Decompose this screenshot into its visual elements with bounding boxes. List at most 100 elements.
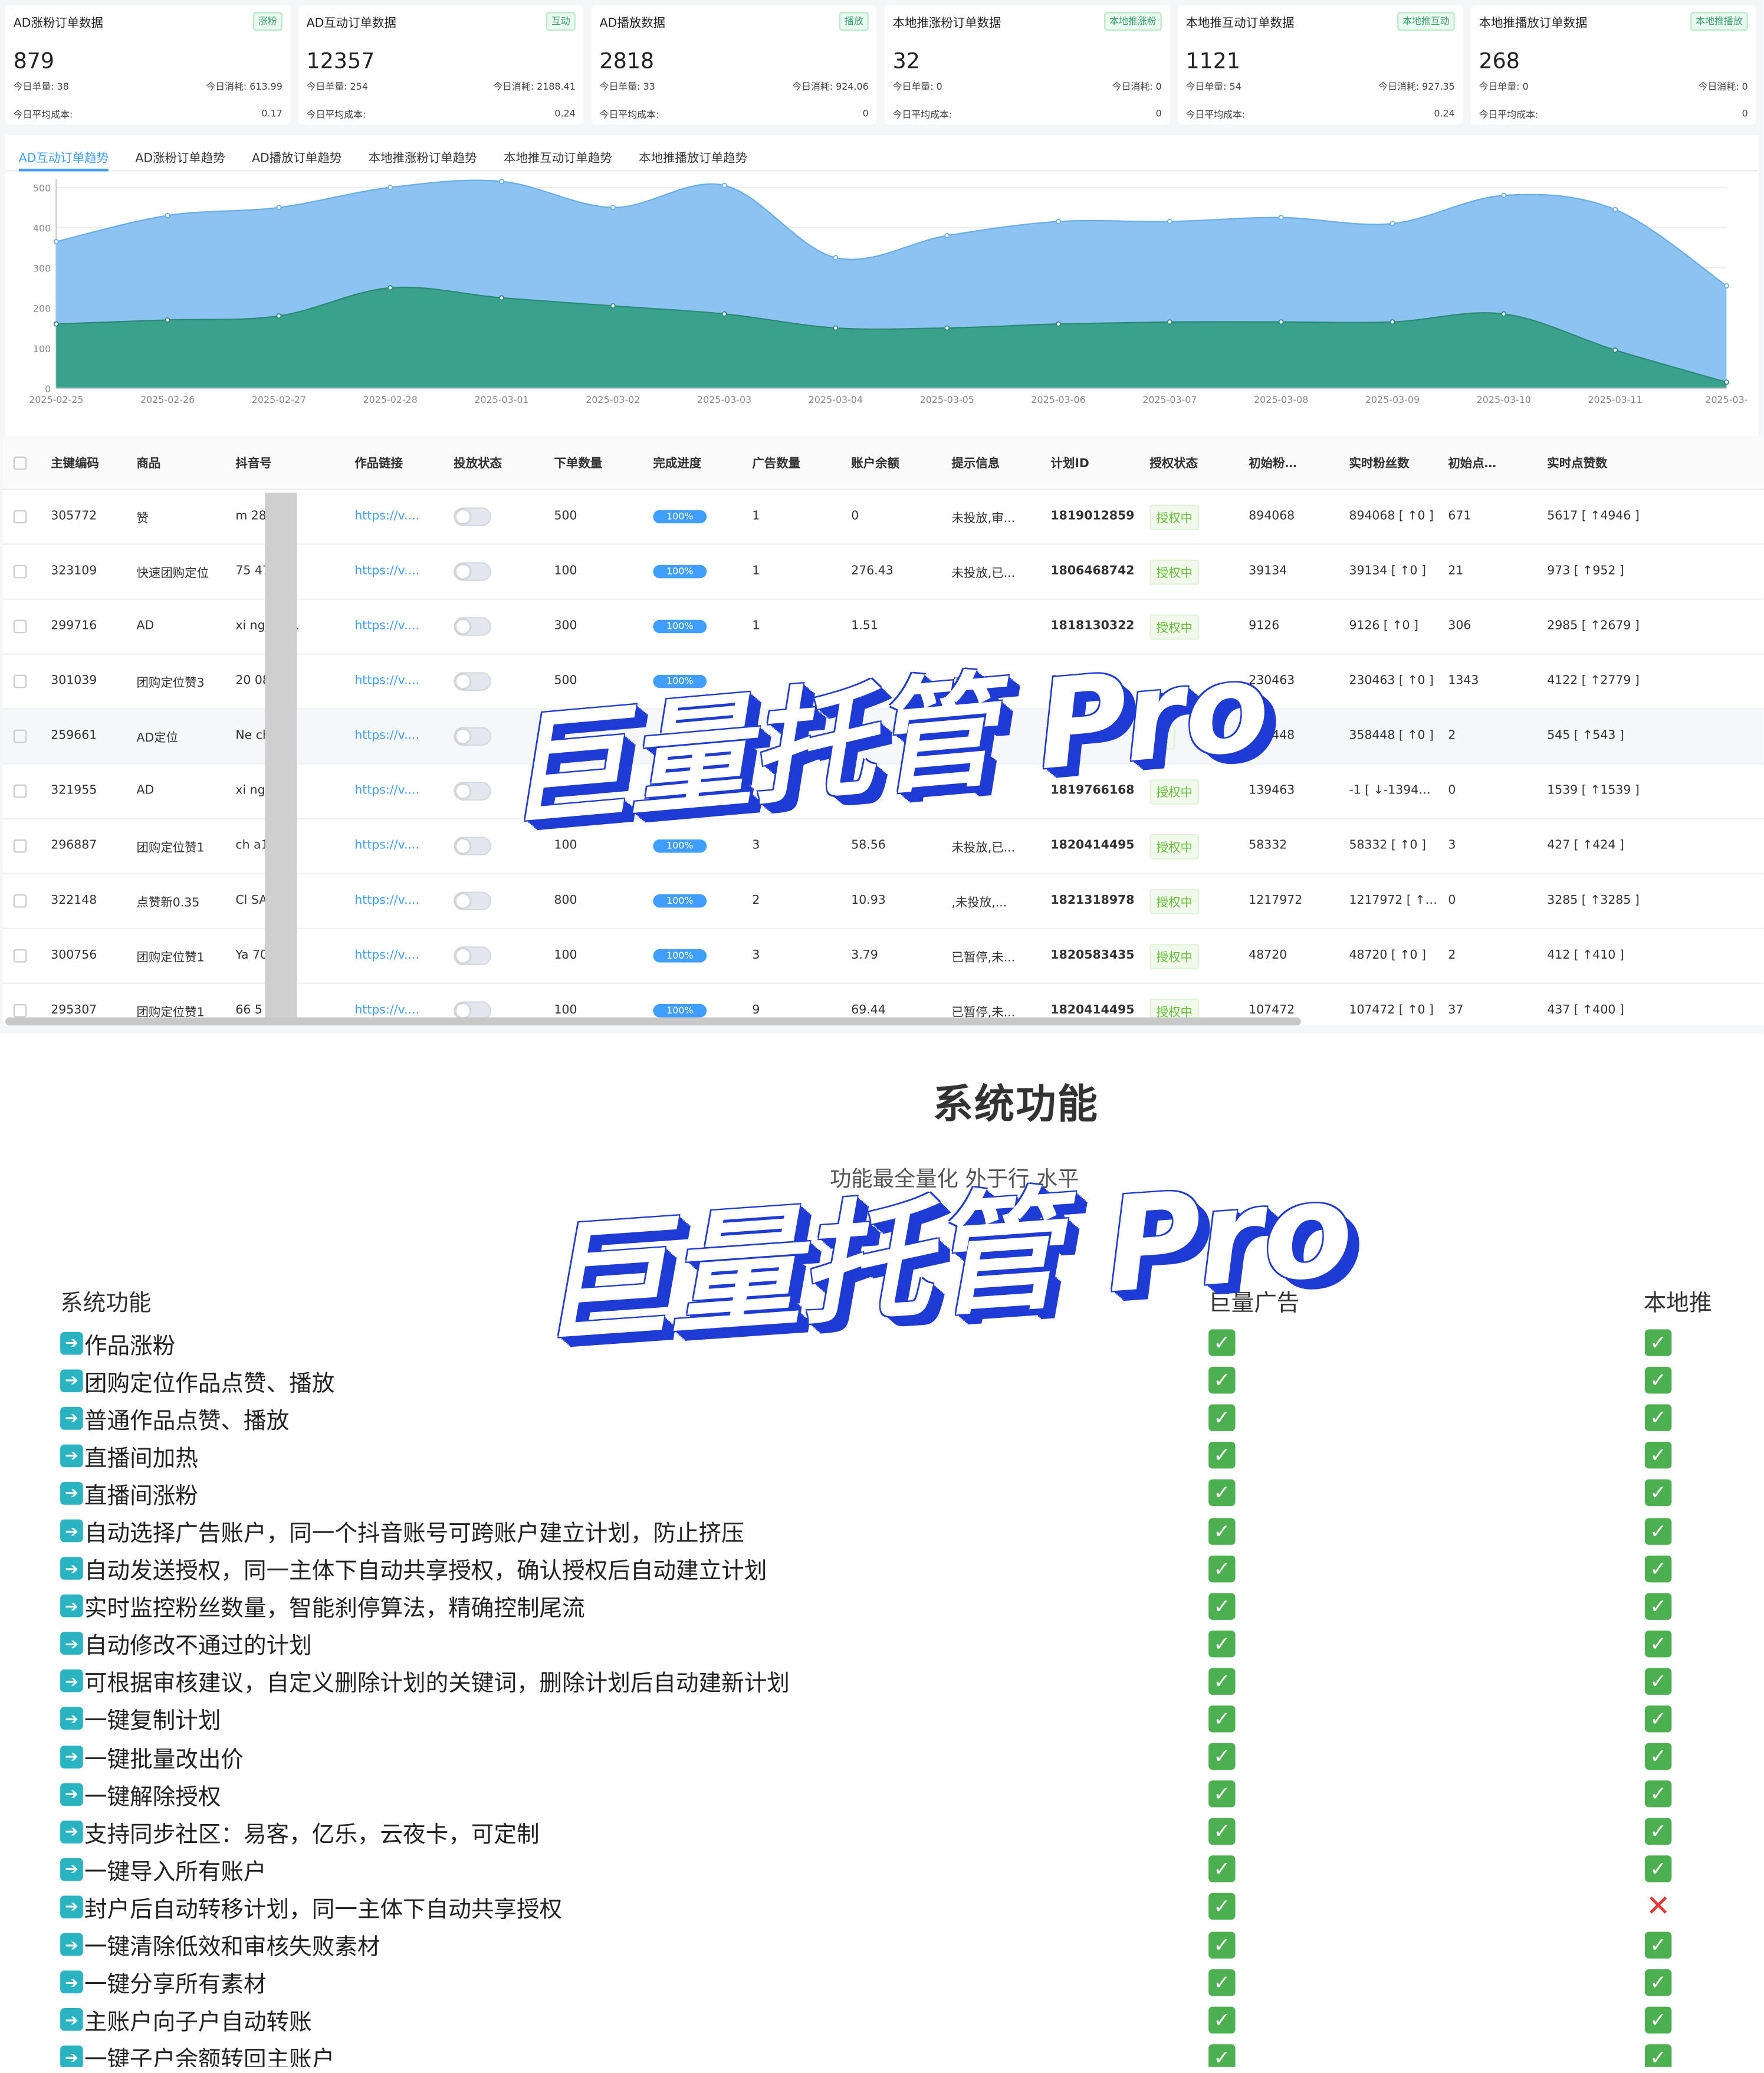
table-cell: 团购定位赞3 — [136, 677, 205, 690]
feature-item: ➔ 团购定位作品点赞、播放 — [60, 1362, 790, 1399]
tab-trend[interactable]: 本地推互动订单趋势 — [504, 149, 612, 170]
row-checkbox[interactable] — [13, 510, 27, 524]
table-cell: https://v.... — [344, 620, 443, 634]
table-cell: AD — [136, 619, 155, 634]
arrow-icon: ➔ — [60, 1632, 83, 1655]
work-link[interactable]: https://v.... — [354, 785, 419, 798]
table-cell: 427 [ ↑424 ] — [1547, 839, 1624, 853]
check-icon: ✓ — [1644, 1592, 1672, 1620]
column-header[interactable]: 作品链接 — [344, 454, 443, 471]
row-checkbox[interactable] — [13, 674, 27, 688]
table-cell: 未投放,审... — [951, 512, 1016, 526]
work-link[interactable]: https://v.... — [354, 949, 419, 963]
column-header[interactable]: 实时点赞数 — [1536, 454, 1684, 471]
data-point — [1056, 219, 1062, 225]
delivery-toggle[interactable] — [454, 507, 491, 526]
data-point — [721, 182, 727, 188]
table-cell: 295307 — [51, 1003, 97, 1018]
delivery-toggle[interactable] — [454, 672, 491, 691]
column-header[interactable]: 提示信息 — [941, 454, 1040, 471]
work-link[interactable]: https://v.... — [354, 565, 419, 579]
table-cell: 296887 — [51, 839, 97, 853]
work-link[interactable]: https://v.... — [354, 894, 419, 908]
delivery-toggle[interactable] — [454, 946, 491, 966]
redaction-bar — [265, 493, 297, 1023]
table-cell: 100 — [554, 565, 577, 579]
check-icon: ✓ — [1208, 1705, 1236, 1733]
delivery-toggle[interactable] — [454, 562, 491, 581]
tab-trend[interactable]: 本地推涨粉订单趋势 — [369, 149, 477, 170]
tab-trend[interactable]: AD互动订单趋势 — [18, 149, 109, 172]
stat-card[interactable]: 本地推涨粉订单数据 本地推涨粉 32 今日单量: 0 今日消耗: 0 今日平均成本: 0 — [885, 5, 1170, 125]
table-cell: 276.43 — [851, 565, 894, 579]
row-checkbox[interactable] — [13, 1003, 27, 1018]
row-checkbox[interactable] — [13, 894, 27, 908]
check-icon: ✓ — [1208, 1517, 1236, 1544]
table-cell: 授权中 — [1139, 614, 1238, 639]
delivery-toggle[interactable] — [454, 727, 491, 746]
column-header[interactable]: 完成进度 — [642, 454, 741, 471]
table-cell: 1818130322 — [1050, 619, 1135, 634]
stat-card[interactable]: AD互动订单数据 互动 12357 今日单量: 254 今日消耗: 2188.41 今日平… — [298, 5, 584, 125]
table-cell: 500 — [554, 674, 577, 688]
juliang-support-cell: ✓ — [1208, 1963, 1236, 2001]
y-tick-label: 500 — [33, 183, 51, 194]
column-header[interactable]: 计划ID — [1040, 454, 1139, 471]
stat-card[interactable]: 本地推播放订单数据 本地推播放 268 今日单量: 0 今日消耗: 0 今日平均成本: 0 — [1470, 5, 1756, 125]
stat-card[interactable]: AD涨粉订单数据 涨粉 879 今日单量: 38 今日消耗: 613.99 今日平均成本:… — [5, 5, 291, 125]
row-checkbox[interactable] — [13, 729, 27, 743]
delivery-toggle[interactable] — [454, 891, 491, 911]
stat-card[interactable]: 本地推互动订单数据 本地推互动 1121 今日单量: 54 今日消耗: 927.35 今日… — [1177, 5, 1463, 125]
column-header[interactable]: 初始点… — [1437, 454, 1536, 471]
stat-card[interactable]: AD播放数据 播放 2818 今日单量: 33 今日消耗: 924.06 今日平均成本: 0 — [592, 5, 877, 125]
y-tick-label: 0 — [45, 383, 51, 395]
row-checkbox[interactable] — [13, 839, 27, 853]
juliang-checks: ✓ ✓ ✓ ✓ ✓ ✓ ✓ ✓ ✓ ✓ ✓ ✓ ✓ ✓ ✓ ✓ ✓ ✓ ✓ ✓ — [1208, 1324, 1236, 2067]
work-link[interactable]: https://v.... — [354, 510, 419, 524]
work-link[interactable]: https://v.... — [354, 730, 419, 743]
work-link[interactable]: https://v.... — [354, 675, 419, 688]
work-link[interactable]: https://v.... — [354, 620, 419, 634]
table-cell: 100% — [642, 565, 741, 579]
table-cell: 3 — [752, 949, 760, 963]
table-cell: 1.51 — [851, 619, 878, 634]
feature-item: ➔ 直播间涨粉 — [60, 1474, 790, 1512]
tab-trend[interactable]: 本地推播放订单趋势 — [639, 149, 747, 170]
column-header[interactable]: 初始粉… — [1238, 454, 1338, 471]
feature-name: 自动发送授权，同一主体下自动共享授权，确认授权后自动建立计划 — [84, 1558, 767, 1586]
column-header[interactable]: 商品 — [126, 454, 225, 471]
column-header[interactable]: 主键编码 — [27, 454, 126, 471]
card-cost: 今日消耗: 927.35 — [1378, 81, 1455, 93]
arrow-icon: ➔ — [60, 1782, 83, 1806]
feature-item: ➔ 实时监控粉丝数量，智能刹停算法，精确控制尾流 — [60, 1587, 790, 1625]
check-icon: ✓ — [1208, 1405, 1236, 1432]
column-header[interactable]: 抖音号 — [225, 454, 344, 471]
row-checkbox[interactable] — [13, 565, 27, 579]
card-value: 2818 — [599, 48, 655, 74]
row-checkbox[interactable] — [13, 949, 27, 963]
column-header[interactable]: 下单数量 — [543, 454, 642, 471]
column-header[interactable]: 实时粉丝数 — [1338, 454, 1437, 471]
tab-trend[interactable]: AD涨粉订单趋势 — [135, 149, 225, 170]
local-support-cell: ✕ — [1645, 1888, 1671, 1926]
delivery-toggle[interactable] — [454, 782, 491, 801]
delivery-toggle[interactable] — [454, 837, 491, 856]
check-icon: ✓ — [1644, 1442, 1672, 1470]
row-checkbox[interactable] — [13, 784, 27, 798]
table-cell: 9126 — [1249, 619, 1280, 634]
select-all-checkbox[interactable] — [13, 455, 27, 470]
data-point — [1167, 219, 1172, 225]
work-link[interactable]: https://v.... — [354, 839, 419, 853]
column-header[interactable]: 授权状态 — [1139, 454, 1238, 471]
delivery-toggle[interactable] — [454, 617, 491, 636]
table-cell: 1217972 — [1249, 894, 1303, 908]
table-cell: 10.93 — [851, 894, 886, 908]
tab-trend[interactable]: AD播放订单趋势 — [252, 149, 341, 170]
horizontal-scrollbar[interactable] — [5, 1017, 1301, 1026]
table-cell: 2 — [752, 894, 760, 908]
column-header[interactable]: 广告数量 — [741, 454, 840, 471]
work-link[interactable]: https://v.... — [354, 1004, 419, 1018]
column-header[interactable]: 账户余额 — [840, 454, 941, 471]
row-checkbox[interactable] — [13, 619, 27, 634]
column-header[interactable]: 投放状态 — [443, 454, 543, 471]
